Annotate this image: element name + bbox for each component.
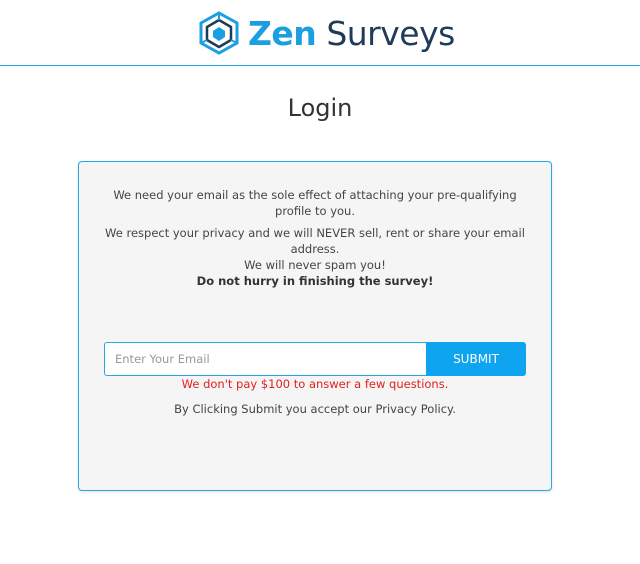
zen-surveys-cube-icon [199, 11, 239, 55]
warning-text: We don't pay $100 to answer a few questi… [181, 377, 449, 391]
intro-privacy-statement: We respect your privacy and we will NEVE… [105, 226, 525, 256]
brand-name-surveys: Surveys [326, 13, 455, 53]
brand-logo[interactable]: Zen Surveys [198, 10, 455, 56]
intro-text: We need your email as the sole effect of… [99, 187, 531, 289]
intro-no-spam: We will never spam you! [244, 258, 386, 272]
email-form: SUBMIT [104, 342, 526, 376]
page-title: Login [287, 94, 353, 122]
login-card: We need your email as the sole effect of… [78, 161, 552, 491]
brand-name-zen: Zen [248, 13, 317, 53]
email-input[interactable] [104, 342, 426, 376]
brand-wordmark: Zen Surveys [248, 17, 455, 50]
intro-no-hurry: Do not hurry in finishing the survey! [196, 274, 434, 288]
intro-email-purpose: We need your email as the sole effect of… [113, 188, 517, 218]
site-header: Zen Surveys [0, 0, 640, 66]
privacy-consent-text: By Clicking Submit you accept our Privac… [174, 402, 456, 416]
submit-button[interactable]: SUBMIT [426, 342, 526, 376]
